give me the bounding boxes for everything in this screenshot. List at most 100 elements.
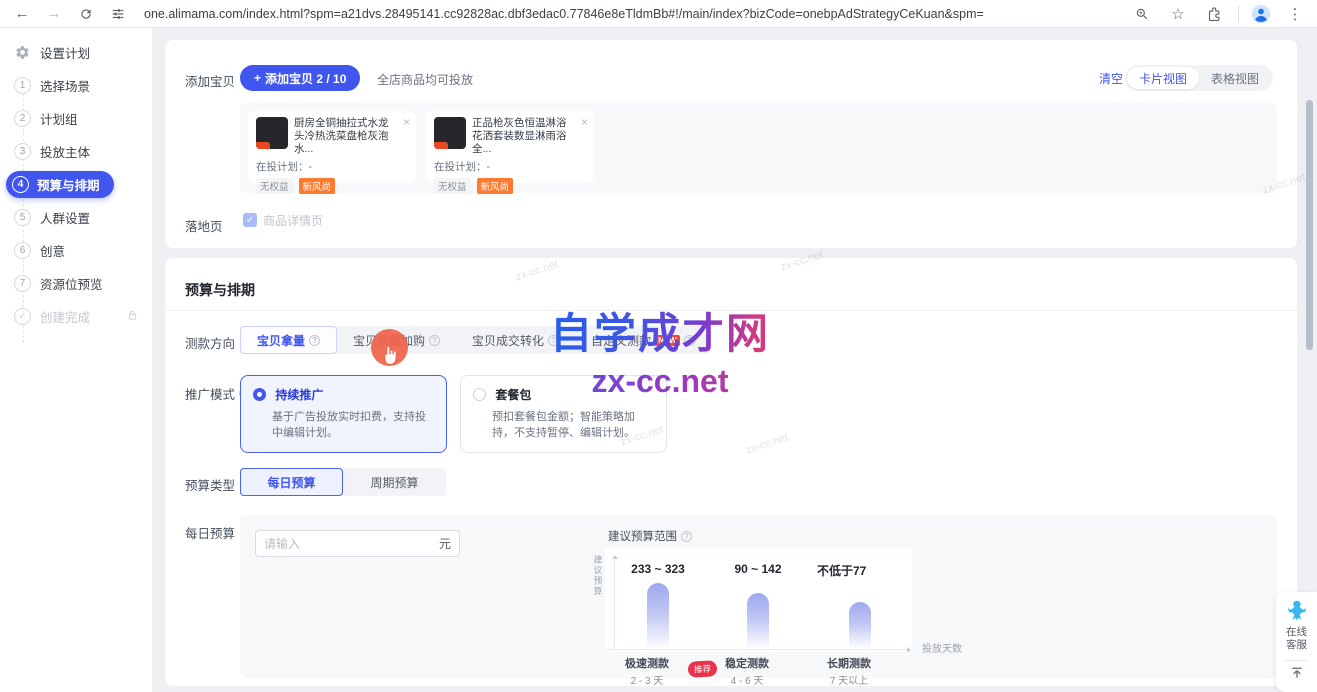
extensions-icon[interactable] [1202,2,1226,26]
clear-all-link[interactable]: 清空 [1099,70,1123,87]
sidebar-item-label: 创建完成 [40,307,90,326]
budget-input[interactable] [264,537,439,551]
tab-custom-test[interactable]: 自定义测款 NEW [575,326,711,354]
product-title: 正品枪灰色恒温淋浴花洒套装数显淋雨浴全... [472,117,576,156]
sidebar-item-label: 资源位预览 [40,274,103,293]
new-trend-badge: 新风尚 [477,178,514,194]
back-to-top-icon[interactable] [1290,667,1304,679]
mode-option-title: 持续推广 [275,386,323,403]
view-toggle: 卡片视图 表格视图 [1125,65,1273,91]
info-icon[interactable] [684,335,695,346]
sidebar-item-budget-schedule[interactable]: 4 预算与排期 [0,168,152,201]
reload-icon[interactable] [74,2,98,26]
mode-option-continuous[interactable]: 持续推广 基于广告投放实时扣费，支持投中编辑计划。 [240,375,447,453]
currency-unit: 元 [439,535,451,552]
tab-baobei-naliang[interactable]: 宝贝拿量 [240,326,337,354]
chart-bar-1 [747,593,769,649]
product-card: 正品枪灰色恒温淋浴花洒套装数显淋雨浴全... × 在投计划：- 无权益 新风尚 [426,111,594,183]
settings-gear-icon [14,44,31,61]
bar-value-label: 90 ~ 142 [708,562,808,576]
customer-service-widget[interactable]: 在线 客服 [1276,592,1317,692]
budget-type-label: 预算类型 [185,475,235,494]
add-item-button[interactable]: + 添加宝贝 2 / 10 [240,65,360,91]
no-rights-badge: 无权益 [256,178,293,194]
chart-category: 极速测款 2 - 3 天 [592,655,702,687]
chart-category: 长期测款 7 天以上 [794,655,904,687]
sidebar-item-plan-group[interactable]: 2 计划组 [0,102,152,135]
bar-value-label: 233 ~ 323 [608,562,708,576]
add-items-label: 添加宝贝 [185,71,235,90]
sidebar-item-creative[interactable]: 6 创意 [0,234,152,267]
sidebar-item-label: 选择场景 [40,76,90,95]
no-rights-badge: 无权益 [434,178,471,194]
plus-icon: + [254,71,261,85]
step-number: 2 [14,110,31,127]
info-icon[interactable] [429,335,440,346]
check-circle-icon: ✓ [14,308,31,325]
service-label: 在线 客服 [1286,626,1307,652]
forward-icon[interactable]: → [42,2,66,26]
menu-dots-icon[interactable]: ⋮ [1283,2,1307,26]
add-item-button-label: 添加宝贝 2 / 10 [265,70,346,87]
sidebar-header-label: 设置计划 [40,43,90,62]
test-direction-tabs: 宝贝拿量 宝贝收藏加购 宝贝成交转化 自定义测款 NEW [240,326,711,354]
info-icon[interactable] [548,335,559,346]
chart-bar-0 [647,583,669,649]
sidebar-item-placement-preview[interactable]: 7 资源位预览 [0,267,152,300]
sidebar-header-setup-plan: 设置计划 [0,36,152,69]
bookmark-star-icon[interactable]: ☆ [1166,2,1190,26]
daily-budget-label: 每日预算 [185,523,235,542]
sidebar-item-promo-subject[interactable]: 3 投放主体 [0,135,152,168]
add-items-card: 添加宝贝 + 添加宝贝 2 / 10 全店商品均可投放 清空 卡片视图 表格视图… [165,40,1297,248]
radio-selected-icon [253,388,266,401]
x-axis [607,649,910,650]
screen: ← → one.alimama.com/index.html?spm=a21dv… [0,0,1317,692]
new-badge: NEW [655,335,680,346]
info-icon[interactable] [309,335,320,346]
new-trend-badge: 新风尚 [299,178,336,194]
sidebar-item-complete: ✓ 创建完成 [0,300,152,333]
suggested-budget-chart: 233 ~ 323 90 ~ 142 不低于77 [605,548,912,652]
product-plan-status: 在投计划：- [256,159,408,174]
lock-icon [127,310,138,324]
bar-value-label: 不低于77 [817,562,917,579]
url-bar[interactable]: one.alimama.com/index.html?spm=a21dvs.28… [144,7,1120,21]
card-view-tab[interactable]: 卡片视图 [1127,67,1199,89]
landing-page-label: 落地页 [185,216,223,235]
chart-category: 稳定测款 4 - 6 天 [692,655,802,687]
product-list-panel: 厨房全铜抽拉式水龙头冷热洗菜盘枪灰泡水... × 在投计划：- 无权益 新风尚 … [240,103,1277,193]
info-icon[interactable] [681,531,692,542]
mode-option-package[interactable]: 套餐包 预扣套餐包金额；智能策略加持，不支持暂停、编辑计划。 [460,375,667,453]
table-view-tab[interactable]: 表格视图 [1199,67,1271,89]
vertical-scrollbar[interactable] [1306,100,1313,350]
profile-avatar[interactable] [1251,4,1271,24]
radio-unselected-icon [473,388,486,401]
back-icon[interactable]: ← [10,2,34,26]
chart-bar-2 [849,602,871,649]
tab-period-budget[interactable]: 周期预算 [343,468,446,496]
sidebar-item-select-scene[interactable]: 1 选择场景 [0,69,152,102]
site-info-icon[interactable] [106,2,130,26]
mode-option-title: 套餐包 [495,386,531,403]
sidebar-item-label: 计划组 [40,109,78,128]
product-title: 厨房全铜抽拉式水龙头冷热洗菜盘枪灰泡水... [294,117,398,156]
sidebar-item-label: 预算与排期 [37,175,100,194]
close-icon[interactable]: × [581,115,588,129]
hand-cursor-icon [380,344,400,366]
budget-type-tabs: 每日预算 周期预算 [240,468,446,496]
tab-daily-budget[interactable]: 每日预算 [240,468,343,496]
tab-conversion[interactable]: 宝贝成交转化 [456,326,575,354]
step-number: 5 [14,209,31,226]
steps-sidebar: 设置计划 1 选择场景 2 计划组 3 投放主体 4 预算与排期 5 人群设置 … [0,28,152,692]
landing-checkbox[interactable]: ✓ [243,213,257,227]
click-highlight-cursor [371,329,408,366]
mode-option-desc: 预扣套餐包金额；智能策略加持，不支持暂停、编辑计划。 [473,410,654,442]
zoom-icon[interactable] [1130,2,1154,26]
widget-divider [1284,660,1309,661]
chart-title: 建议预算范围 [608,528,692,544]
close-icon[interactable]: × [403,115,410,129]
toolbar-divider [1238,6,1239,22]
sidebar-item-audience[interactable]: 5 人群设置 [0,201,152,234]
mode-option-desc: 基于广告投放实时扣费，支持投中编辑计划。 [253,410,434,442]
chart-y-axis-label: 建议预算 [592,555,604,597]
